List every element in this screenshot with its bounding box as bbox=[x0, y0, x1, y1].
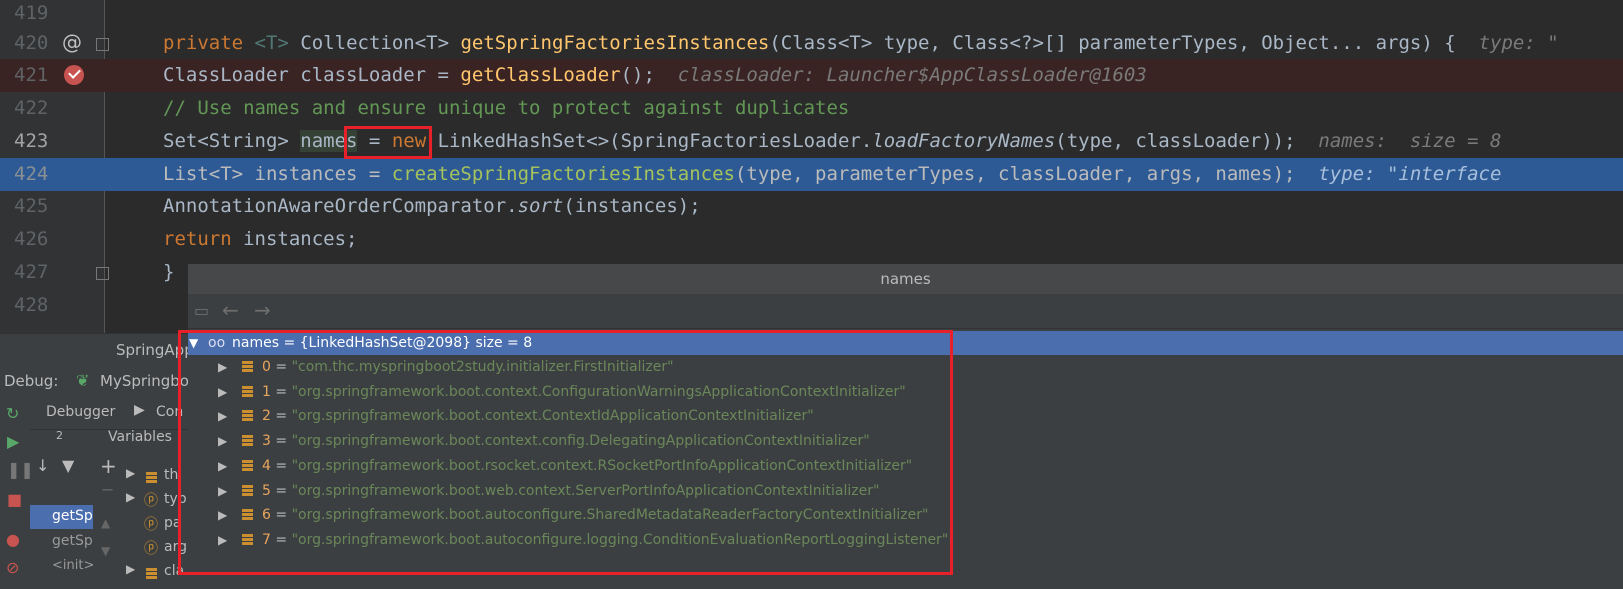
debug-actions: ↻ ▶ ❚❚ ■ ● ⊘ bbox=[0, 396, 34, 589]
threads-dropdown[interactable]: 2 bbox=[56, 429, 63, 442]
names-highlight-frame bbox=[344, 126, 432, 159]
rerun-icon[interactable]: ↻ bbox=[6, 404, 19, 423]
expand-icon[interactable]: ▶ bbox=[126, 562, 135, 576]
frame-item[interactable]: <init> bbox=[52, 558, 94, 573]
code-text: List<T> instances = createSpringFactorie… bbox=[163, 163, 1502, 185]
popup-toolbar: ▭ ← → bbox=[188, 294, 1623, 329]
code-text: ClassLoader classLoader = getClassLoader… bbox=[163, 64, 1147, 86]
names-tree-highlight-frame bbox=[178, 330, 953, 575]
spring-boot-icon: ❦ bbox=[76, 371, 90, 390]
inline-debug-value: names: size = 8 bbox=[1318, 130, 1502, 152]
code-line-breakpoint: 421 ClassLoader classLoader = getClassLo… bbox=[0, 59, 1623, 92]
inline-debug-value: type: " bbox=[1478, 32, 1559, 54]
debug-toolbar: Debug: ❦ MySpringboo bbox=[0, 366, 198, 397]
code-text: return instances; bbox=[163, 228, 358, 250]
field-icon bbox=[146, 568, 157, 580]
code-text: } bbox=[163, 261, 175, 283]
variables-toolbar: + − ▲ ▼ bbox=[93, 430, 123, 589]
move-down-icon[interactable]: ▼ bbox=[101, 544, 110, 558]
remove-watch-icon[interactable]: − bbox=[101, 480, 114, 499]
view-breakpoints-icon[interactable]: ● bbox=[6, 530, 20, 549]
inline-debug-value: type: "interface bbox=[1318, 163, 1502, 185]
fold-icon[interactable] bbox=[96, 38, 109, 51]
line-number: 426 bbox=[14, 228, 49, 250]
variables-label: Variables bbox=[108, 429, 172, 445]
line-number: 427 bbox=[14, 261, 49, 283]
expand-icon[interactable]: ▶ bbox=[126, 490, 135, 504]
override-icon[interactable]: @ bbox=[62, 30, 82, 54]
code-line: 419 bbox=[0, 0, 1623, 30]
debugger-tabs: Debugger ▶ Con bbox=[30, 396, 188, 430]
expand-icon[interactable]: ▶ bbox=[126, 466, 135, 480]
code-line: 423 Set<String> names = new LinkedHashSe… bbox=[0, 125, 1623, 158]
forward-arrow-icon[interactable]: → bbox=[254, 298, 271, 322]
move-up-icon[interactable]: ▲ bbox=[101, 516, 110, 530]
line-number: 421 bbox=[14, 64, 49, 86]
back-arrow-icon[interactable]: ← bbox=[222, 298, 239, 322]
arrow-down-icon[interactable]: ↓ bbox=[36, 456, 49, 475]
field-icon bbox=[146, 472, 157, 484]
popup-title[interactable]: names bbox=[188, 264, 1623, 294]
line-number: 423 bbox=[14, 130, 49, 152]
parameter-icon: ⓟ bbox=[144, 541, 158, 557]
console-icon: ▶ bbox=[134, 402, 145, 418]
line-number: 428 bbox=[14, 294, 49, 316]
code-text: AnnotationAwareOrderComparator.sort(inst… bbox=[163, 195, 701, 217]
filter-icon[interactable]: ▼ bbox=[62, 456, 74, 475]
frame-item[interactable]: getSp bbox=[52, 533, 93, 549]
line-number: 419 bbox=[14, 2, 49, 24]
breakpoint-icon[interactable] bbox=[64, 65, 84, 85]
stop-icon[interactable]: ■ bbox=[7, 490, 22, 509]
tab-debugger[interactable]: Debugger bbox=[46, 404, 115, 420]
breadcrumb-bar: SpringApp bbox=[0, 333, 194, 366]
code-text: // Use names and ensure unique to protec… bbox=[163, 97, 850, 119]
resume-icon[interactable]: ▶ bbox=[7, 432, 19, 451]
parameter-icon: ⓟ bbox=[144, 493, 158, 509]
line-number: 422 bbox=[14, 97, 49, 119]
inline-debug-value: classLoader: Launcher$AppClassLoader@160… bbox=[677, 64, 1147, 86]
line-number: 420 bbox=[14, 32, 49, 54]
frame-item[interactable]: getSp bbox=[52, 508, 93, 524]
code-line: 422 // Use names and ensure unique to pr… bbox=[0, 92, 1623, 125]
fold-icon[interactable] bbox=[96, 267, 109, 280]
mute-breakpoints-icon[interactable]: ⊘ bbox=[6, 558, 19, 577]
debug-label: Debug: bbox=[4, 372, 59, 390]
parameter-icon: ⓟ bbox=[144, 517, 158, 533]
add-watch-icon[interactable]: + bbox=[100, 454, 117, 478]
code-line-execution: 424 List<T> instances = createSpringFact… bbox=[0, 158, 1623, 191]
code-line: 420 @ private <T> Collection<T> getSprin… bbox=[0, 27, 1623, 60]
line-number: 424 bbox=[14, 163, 49, 185]
code-text: private <T> Collection<T> getSpringFacto… bbox=[163, 32, 1559, 54]
code-line: 425 AnnotationAwareOrderComparator.sort(… bbox=[0, 190, 1623, 223]
folder-icon[interactable]: ▭ bbox=[194, 301, 209, 320]
line-number: 425 bbox=[14, 195, 49, 217]
code-line: 426 return instances; bbox=[0, 223, 1623, 256]
